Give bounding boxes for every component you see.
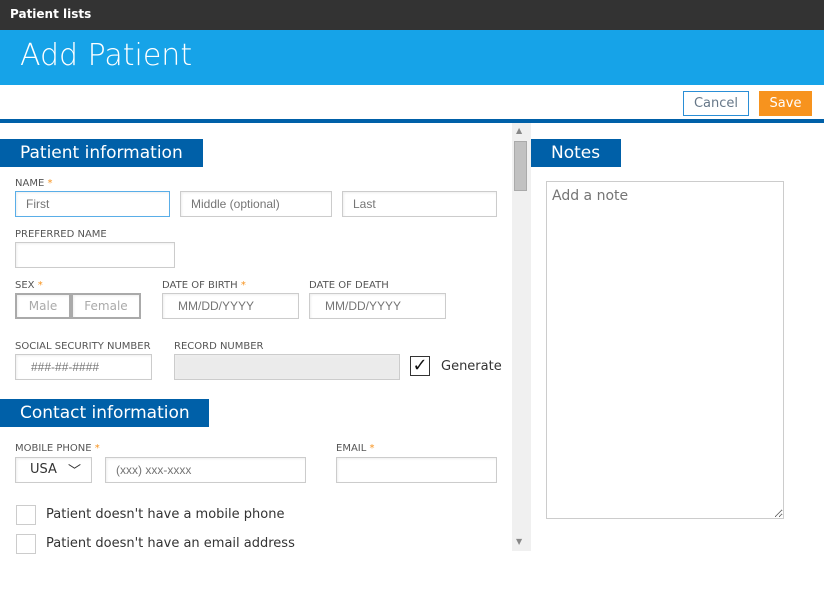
last-name-input[interactable] <box>342 191 497 217</box>
generate-checkbox[interactable]: ✓ <box>410 356 430 376</box>
first-name-input[interactable] <box>15 191 170 217</box>
dob-input[interactable] <box>162 293 299 319</box>
top-bar: Patient lists <box>0 0 824 30</box>
mobile-phone-label: MOBILE PHONE * <box>15 443 100 454</box>
section-patient-information: Patient information <box>0 139 203 167</box>
ssn-input[interactable] <box>15 354 152 380</box>
cancel-button[interactable]: Cancel <box>683 91 749 116</box>
generate-label: Generate <box>441 359 502 374</box>
sex-label: SEX * <box>15 280 43 291</box>
chevron-down-icon: ﹀ <box>68 464 82 479</box>
dob-label: DATE OF BIRTH * <box>162 280 246 291</box>
scrollbar-thumb[interactable] <box>514 141 527 191</box>
email-label: EMAIL * <box>336 443 375 454</box>
ssn-label: SOCIAL SECURITY NUMBER <box>15 341 151 352</box>
sex-female-button[interactable]: Female <box>71 293 141 319</box>
notes-textarea[interactable] <box>546 181 784 519</box>
no-mobile-checkbox[interactable] <box>16 505 36 525</box>
scroll-up-icon[interactable]: ▲ <box>516 126 522 135</box>
email-input[interactable] <box>336 457 497 483</box>
middle-name-input[interactable] <box>180 191 332 217</box>
patient-lists-link[interactable]: Patient lists <box>10 7 91 21</box>
checkmark-icon: ✓ <box>412 355 428 376</box>
name-label: NAME * <box>15 178 53 189</box>
scroll-down-icon[interactable]: ▼ <box>516 537 522 546</box>
save-button[interactable]: Save <box>759 91 812 116</box>
page-title: Add Patient <box>0 30 824 85</box>
record-number-input <box>174 354 400 380</box>
dod-label: DATE OF DEATH <box>309 280 389 291</box>
section-notes: Notes <box>531 139 621 167</box>
no-email-label: Patient doesn't have an email address <box>46 536 295 551</box>
no-email-checkbox[interactable] <box>16 534 36 554</box>
divider <box>0 119 824 123</box>
preferred-name-label: PREFERRED NAME <box>15 229 107 240</box>
section-contact-information: Contact information <box>0 399 209 427</box>
country-select[interactable]: USA ﹀ <box>15 457 92 483</box>
sex-male-button[interactable]: Male <box>15 293 71 319</box>
preferred-name-input[interactable] <box>15 242 175 268</box>
no-mobile-label: Patient doesn't have a mobile phone <box>46 507 285 522</box>
dod-input[interactable] <box>309 293 446 319</box>
mobile-phone-input[interactable] <box>105 457 306 483</box>
record-number-label: RECORD NUMBER <box>174 341 264 352</box>
